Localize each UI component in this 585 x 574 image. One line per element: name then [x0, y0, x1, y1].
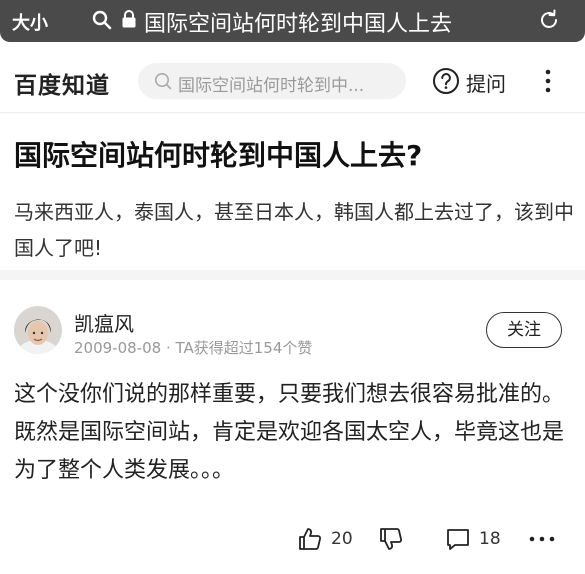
author-name[interactable]: 凯瘟风 [74, 308, 134, 337]
lock-icon [122, 10, 136, 28]
search-input[interactable]: 国际空间站何时轮到中... [138, 63, 406, 99]
reload-icon[interactable] [537, 8, 561, 32]
avatar-image [14, 306, 62, 354]
answer-content: 这个没你们说的那样重要，只要我们想去很容易批准的。既然是国际空间站，肯定是欢迎各… [14, 382, 565, 483]
comment-count: 18 [479, 529, 501, 549]
site-header: 百度知道 国际空间站何时轮到中... 提问 [0, 42, 585, 113]
search-icon [92, 10, 112, 30]
like-count: 20 [331, 529, 353, 549]
browser-url-bar: 大小 国际空间站何时轮到中国人上去 [0, 0, 585, 42]
comment-icon [447, 529, 469, 550]
baidu-zhidao-logo[interactable]: 百度知道 [14, 66, 110, 100]
text-size-button[interactable]: 大小 [12, 9, 48, 35]
avatar[interactable] [14, 306, 62, 354]
url-text[interactable]: 国际空间站何时轮到中国人上去 [144, 6, 452, 38]
answer-meta: 2009-08-08 · TA获得超过154个赞 [74, 339, 313, 357]
more-horizontal-icon[interactable] [528, 526, 556, 552]
answer-action-bar: 20 18 [0, 522, 585, 556]
ask-question-label: 提问 [466, 72, 506, 96]
thumbs-down-icon [380, 528, 403, 550]
dislike-button[interactable] [378, 526, 404, 552]
section-divider [0, 270, 585, 280]
more-vertical-icon[interactable] [538, 67, 558, 95]
question-mark-icon [433, 68, 459, 94]
question-section: 国际空间站何时轮到中国人上去? 马来西亚人，泰国人，甚至日本人，韩国人都上去过了… [14, 136, 574, 266]
search-icon [155, 73, 172, 90]
thumbs-up-icon [299, 528, 322, 550]
search-placeholder: 国际空间站何时轮到中... [178, 76, 365, 96]
question-title: 国际空间站何时轮到中国人上去? [14, 139, 423, 172]
follow-button[interactable]: 关注 [486, 312, 562, 348]
question-description: 马来西亚人，泰国人，甚至日本人，韩国人都上去过了，该到中国人了吧! [14, 200, 574, 260]
